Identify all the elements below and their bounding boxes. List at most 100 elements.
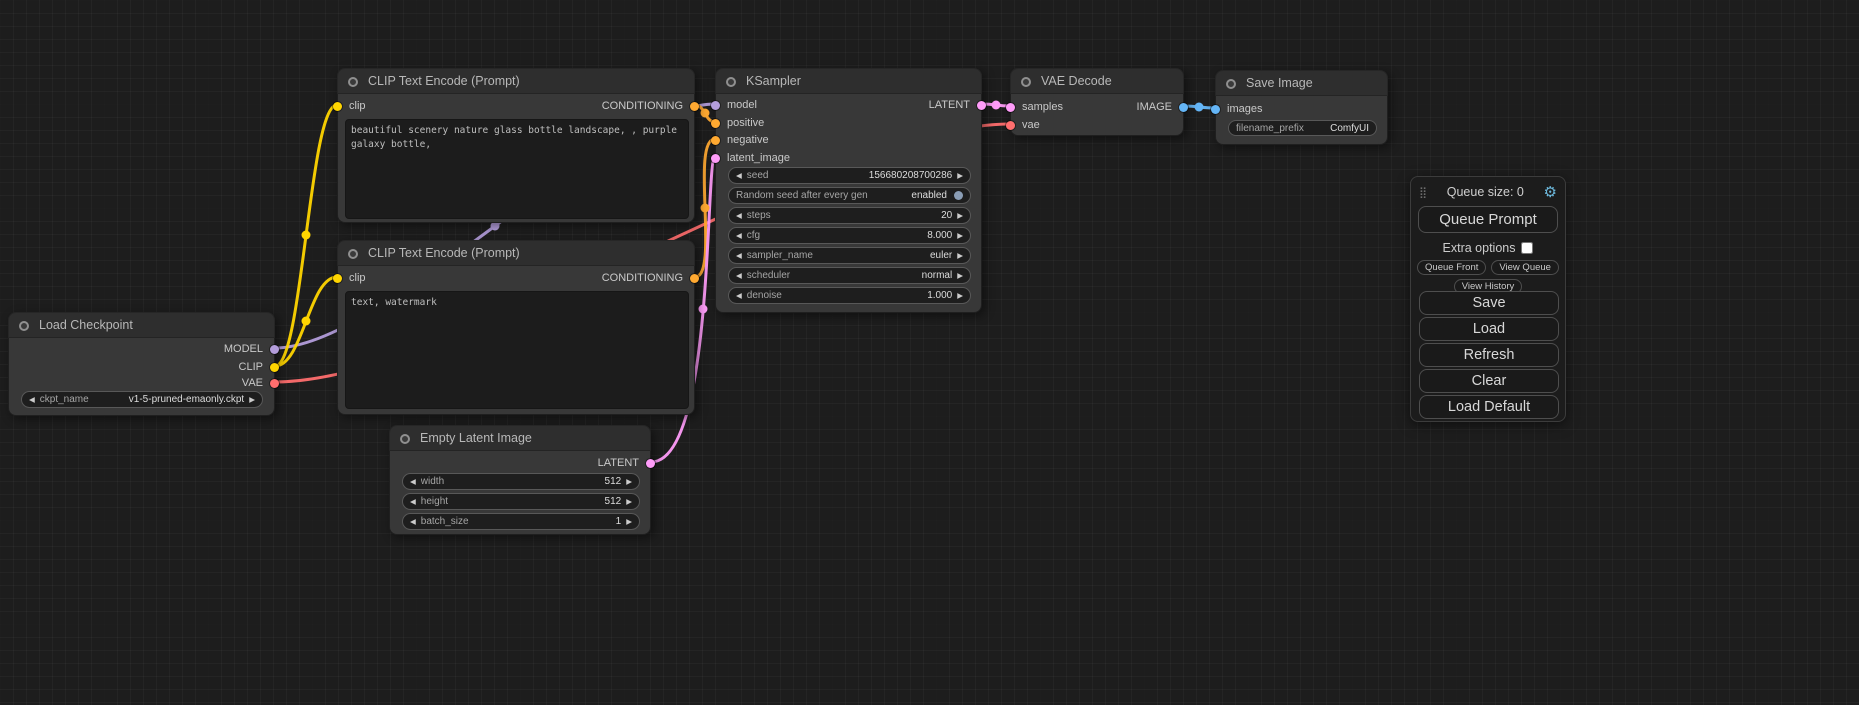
widget-value: 512 bbox=[605, 496, 622, 507]
decrement-arrow-icon[interactable]: ◀ bbox=[736, 172, 742, 180]
sampler-name-widget[interactable]: ◀ sampler_name euler ▶ bbox=[728, 247, 971, 264]
node-collapse-dot[interactable] bbox=[400, 434, 410, 444]
node-save-image[interactable]: Save Image images filename_prefix ComfyU… bbox=[1215, 70, 1388, 145]
increment-arrow-icon[interactable]: ▶ bbox=[957, 252, 963, 260]
decrement-arrow-icon[interactable]: ◀ bbox=[736, 272, 742, 280]
scheduler-widget[interactable]: ◀ scheduler normal ▶ bbox=[728, 267, 971, 284]
load-default-button[interactable]: Load Default bbox=[1419, 395, 1559, 419]
denoise-widget[interactable]: ◀ denoise 1.000 ▶ bbox=[728, 287, 971, 304]
toggle-indicator-dot[interactable] bbox=[954, 191, 963, 200]
negative-input-dot[interactable] bbox=[711, 136, 720, 145]
cfg-widget[interactable]: ◀ cfg 8.000 ▶ bbox=[728, 227, 971, 244]
increment-arrow-icon[interactable]: ▶ bbox=[249, 396, 255, 404]
height-widget[interactable]: ◀ height 512 ▶ bbox=[402, 493, 640, 510]
node-load-checkpoint[interactable]: Load Checkpoint MODEL CLIP VAE ◀ ckpt_na… bbox=[8, 312, 275, 416]
decrement-arrow-icon[interactable]: ◀ bbox=[736, 252, 742, 260]
random-seed-toggle-widget[interactable]: Random seed after every gen enabled bbox=[728, 187, 971, 204]
latent-image-input-dot[interactable] bbox=[711, 154, 720, 163]
node-title-bar[interactable]: Save Image bbox=[1215, 70, 1388, 96]
increment-arrow-icon[interactable]: ▶ bbox=[957, 232, 963, 240]
node-title-bar[interactable]: Load Checkpoint bbox=[8, 312, 275, 338]
widget-label: seed bbox=[747, 170, 769, 181]
latent-output-slot: LATENT bbox=[929, 97, 986, 113]
settings-gear-icon[interactable]: ⚙ bbox=[1544, 185, 1557, 200]
node-ksampler[interactable]: KSampler model positive negative latent_… bbox=[715, 68, 982, 313]
save-button[interactable]: Save bbox=[1419, 291, 1559, 315]
decrement-arrow-icon[interactable]: ◀ bbox=[410, 518, 416, 526]
queue-front-button[interactable]: Queue Front bbox=[1417, 260, 1486, 275]
increment-arrow-icon[interactable]: ▶ bbox=[957, 292, 963, 300]
node-clip-text-encode-positive[interactable]: CLIP Text Encode (Prompt) clip CONDITION… bbox=[337, 68, 695, 223]
decrement-arrow-icon[interactable]: ◀ bbox=[410, 498, 416, 506]
model-output-dot[interactable] bbox=[270, 345, 279, 354]
ckpt-name-widget[interactable]: ◀ ckpt_name v1-5-pruned-emaonly.ckpt ▶ bbox=[21, 391, 263, 408]
slot-label: LATENT bbox=[598, 457, 639, 469]
increment-arrow-icon[interactable]: ▶ bbox=[626, 518, 632, 526]
images-input-dot[interactable] bbox=[1211, 105, 1220, 114]
node-title-bar[interactable]: VAE Decode bbox=[1010, 68, 1184, 94]
decrement-arrow-icon[interactable]: ◀ bbox=[736, 212, 742, 220]
steps-widget[interactable]: ◀ steps 20 ▶ bbox=[728, 207, 971, 224]
conditioning-output-slot: CONDITIONING bbox=[602, 98, 699, 114]
clip-output-dot[interactable] bbox=[270, 363, 279, 372]
conditioning-output-dot[interactable] bbox=[690, 102, 699, 111]
extra-options-label: Extra options bbox=[1443, 241, 1516, 255]
positive-prompt-textarea[interactable]: beautiful scenery nature glass bottle la… bbox=[345, 119, 689, 219]
link-midpoint-dot bbox=[699, 305, 708, 314]
vae-output-dot[interactable] bbox=[270, 379, 279, 388]
decrement-arrow-icon[interactable]: ◀ bbox=[736, 232, 742, 240]
conditioning-output-dot[interactable] bbox=[690, 274, 699, 283]
seed-widget[interactable]: ◀ seed 156680208700286 ▶ bbox=[728, 167, 971, 184]
slot-label: images bbox=[1227, 103, 1262, 115]
load-button[interactable]: Load bbox=[1419, 317, 1559, 341]
node-title: Empty Latent Image bbox=[420, 426, 532, 451]
width-widget[interactable]: ◀ width 512 ▶ bbox=[402, 473, 640, 490]
decrement-arrow-icon[interactable]: ◀ bbox=[29, 396, 35, 404]
node-title-bar[interactable]: CLIP Text Encode (Prompt) bbox=[337, 68, 695, 94]
clip-output-slot: CLIP bbox=[239, 359, 279, 375]
node-collapse-dot[interactable] bbox=[1226, 79, 1236, 89]
clear-button[interactable]: Clear bbox=[1419, 369, 1559, 393]
refresh-button[interactable]: Refresh bbox=[1419, 343, 1559, 367]
view-queue-button[interactable]: View Queue bbox=[1491, 260, 1559, 275]
node-title-bar[interactable]: KSampler bbox=[715, 68, 982, 94]
node-title-bar[interactable]: Empty Latent Image bbox=[389, 425, 651, 451]
node-empty-latent-image[interactable]: Empty Latent Image LATENT ◀ width 512 ▶ … bbox=[389, 425, 651, 535]
node-vae-decode[interactable]: VAE Decode samples vae IMAGE bbox=[1010, 68, 1184, 136]
widget-value: 20 bbox=[941, 210, 952, 221]
decrement-arrow-icon[interactable]: ◀ bbox=[736, 292, 742, 300]
filename-prefix-widget[interactable]: filename_prefix ComfyUI bbox=[1228, 120, 1377, 136]
node-clip-text-encode-negative[interactable]: CLIP Text Encode (Prompt) clip CONDITION… bbox=[337, 240, 695, 415]
drag-handle-icon[interactable]: ⣿ bbox=[1419, 186, 1427, 199]
node-collapse-dot[interactable] bbox=[1021, 77, 1031, 87]
increment-arrow-icon[interactable]: ▶ bbox=[957, 272, 963, 280]
model-input-dot[interactable] bbox=[711, 101, 720, 110]
samples-input-slot: samples bbox=[1006, 99, 1063, 115]
node-graph-canvas[interactable]: Load Checkpoint MODEL CLIP VAE ◀ ckpt_na… bbox=[0, 0, 1859, 705]
increment-arrow-icon[interactable]: ▶ bbox=[626, 498, 632, 506]
samples-input-dot[interactable] bbox=[1006, 103, 1015, 112]
queue-size-label: Queue size: 0 bbox=[1427, 185, 1543, 199]
latent-output-dot[interactable] bbox=[646, 459, 655, 468]
batch-size-widget[interactable]: ◀ batch_size 1 ▶ bbox=[402, 513, 640, 530]
node-title-bar[interactable]: CLIP Text Encode (Prompt) bbox=[337, 240, 695, 266]
increment-arrow-icon[interactable]: ▶ bbox=[626, 478, 632, 486]
link-midpoint-dot bbox=[701, 109, 710, 118]
decrement-arrow-icon[interactable]: ◀ bbox=[410, 478, 416, 486]
node-collapse-dot[interactable] bbox=[348, 249, 358, 259]
extra-options-checkbox[interactable] bbox=[1521, 242, 1533, 254]
clip-input-dot[interactable] bbox=[333, 102, 342, 111]
clip-input-dot[interactable] bbox=[333, 274, 342, 283]
increment-arrow-icon[interactable]: ▶ bbox=[957, 172, 963, 180]
node-collapse-dot[interactable] bbox=[726, 77, 736, 87]
increment-arrow-icon[interactable]: ▶ bbox=[957, 212, 963, 220]
vae-input-dot[interactable] bbox=[1006, 121, 1015, 130]
latent-output-dot[interactable] bbox=[977, 101, 986, 110]
widget-value: 1 bbox=[616, 516, 622, 527]
node-collapse-dot[interactable] bbox=[19, 321, 29, 331]
positive-input-dot[interactable] bbox=[711, 119, 720, 128]
image-output-dot[interactable] bbox=[1179, 103, 1188, 112]
negative-prompt-textarea[interactable]: text, watermark bbox=[345, 291, 689, 409]
node-collapse-dot[interactable] bbox=[348, 77, 358, 87]
queue-prompt-button[interactable]: Queue Prompt bbox=[1418, 206, 1558, 233]
